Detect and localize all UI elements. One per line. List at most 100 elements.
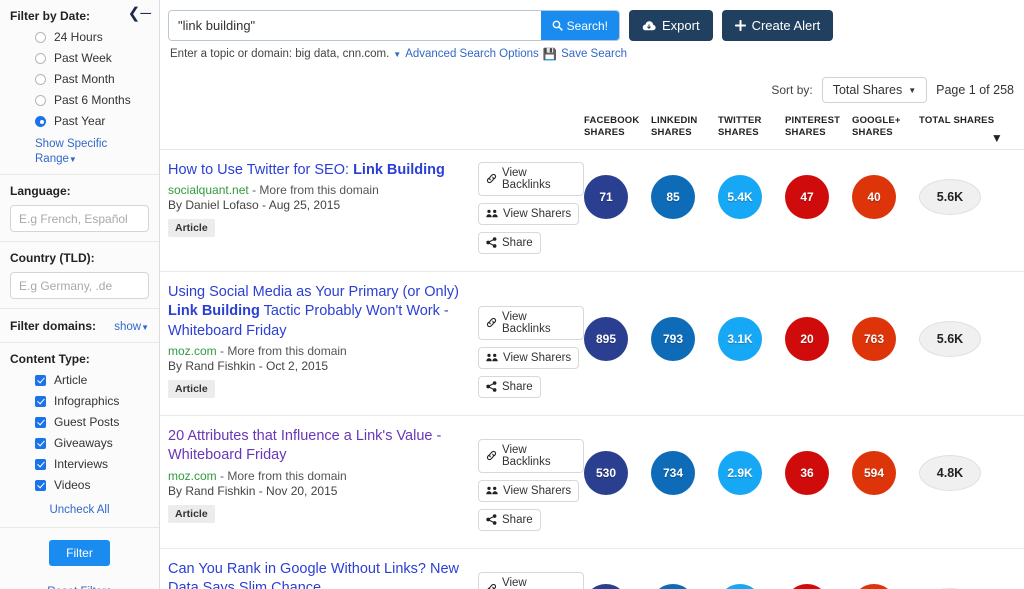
create-alert-button[interactable]: Create Alert (721, 10, 834, 41)
pinterest-shares-badge: 23 (785, 583, 829, 589)
sort-descending-caret-icon[interactable]: ▼ (991, 131, 1003, 146)
view-backlinks-button[interactable]: View Backlinks (478, 438, 584, 473)
sort-by-select[interactable]: Total Shares ▼ (821, 77, 928, 103)
linkedin-shares-badge: 734 (651, 450, 695, 495)
people-group-icon (486, 485, 498, 496)
radio-selected-icon[interactable] (35, 115, 46, 127)
export-button[interactable]: Export (629, 10, 713, 41)
advanced-search-options-link[interactable]: Advanced Search Options (405, 48, 539, 60)
facebook-shares-badge: 71 (584, 174, 628, 219)
share-nodes-icon (486, 381, 497, 393)
date-filter-section: Filter by Date: 24 Hours Past Week Past … (0, 0, 159, 175)
content-type-videos[interactable]: Videos (10, 478, 149, 492)
chain-link-icon (486, 450, 497, 461)
share-button[interactable]: Share (478, 508, 541, 531)
save-search-icon[interactable]: 💾 (543, 47, 557, 61)
result-domain-link[interactable]: socialquant.net (168, 183, 249, 197)
chevron-down-icon[interactable]: ▼ (69, 155, 77, 164)
checkbox-checked-icon[interactable] (35, 416, 46, 428)
googleplus-shares-badge: 594 (852, 450, 896, 495)
content-type-tag: Article (168, 504, 215, 523)
share-button[interactable]: Share (478, 231, 541, 254)
chain-link-icon (486, 583, 497, 589)
view-sharers-button[interactable]: View Sharers (478, 346, 580, 369)
column-linkedin-shares[interactable]: LINKEDIN SHARES (651, 115, 718, 139)
content-type-label: Videos (54, 478, 91, 492)
country-title: Country (TLD): (10, 251, 95, 265)
view-backlinks-button[interactable]: View Backlinks (478, 161, 584, 196)
content-type-interviews[interactable]: Interviews (10, 457, 149, 471)
language-input[interactable] (10, 205, 149, 232)
result-actions: View Backlinks View Sharers Share (478, 161, 584, 261)
date-option-past-month[interactable]: Past Month (10, 72, 149, 86)
result-metrics: 819 770 2.5K 23 454 4.5K (584, 560, 1011, 589)
result-metrics: 895 793 3.1K 20 763 5.6K (584, 283, 1011, 361)
date-option-24-hours[interactable]: 24 Hours (10, 30, 149, 44)
chevron-down-icon: ▼ (908, 85, 917, 95)
radio-icon[interactable] (35, 94, 46, 106)
checkbox-checked-icon[interactable] (35, 479, 46, 491)
content-type-label: Interviews (54, 457, 109, 471)
content-type-section: Content Type: Article Infographics Guest… (0, 343, 159, 527)
result-title[interactable]: How to Use Twitter for SEO: Link Buildin… (168, 161, 478, 181)
total-shares-badge: 5.6K (919, 178, 981, 215)
filter-button[interactable]: Filter (49, 540, 110, 566)
sidebar-footer: Filter Reset Filters (0, 527, 159, 589)
search-input[interactable] (169, 11, 541, 40)
share-button[interactable]: Share (478, 375, 541, 398)
view-backlinks-button[interactable]: View Backlinks (478, 571, 584, 589)
date-option-past-6-months[interactable]: Past 6 Months (10, 93, 149, 107)
content-type-infographics[interactable]: Infographics (10, 394, 149, 408)
date-option-past-week[interactable]: Past Week (10, 51, 149, 65)
column-pinterest-shares[interactable]: PINTEREST SHARES (785, 115, 852, 139)
googleplus-shares-badge: 40 (852, 174, 896, 219)
filter-domains-show-toggle[interactable]: show▼ (114, 318, 149, 333)
checkbox-checked-icon[interactable] (35, 395, 46, 407)
content-type-tag: Article (168, 219, 215, 238)
result-title[interactable]: 20 Attributes that Influence a Link's Va… (168, 427, 478, 466)
result-domain-line: moz.com - More from this domain (168, 469, 478, 483)
result-title[interactable]: Using Social Media as Your Primary (or O… (168, 283, 478, 342)
linkedin-shares-badge: 793 (651, 316, 695, 361)
date-option-label: Past Week (54, 51, 112, 65)
column-total-shares[interactable]: TOTAL SHARES ▼ (919, 115, 1011, 145)
result-domain-line: moz.com - More from this domain (168, 344, 478, 358)
date-option-past-year[interactable]: Past Year (10, 114, 149, 128)
view-backlinks-button[interactable]: View Backlinks (478, 305, 584, 340)
pinterest-shares-badge: 47 (785, 174, 829, 219)
share-nodes-icon (486, 237, 497, 249)
result-domain-link[interactable]: moz.com (168, 469, 217, 483)
column-twitter-shares[interactable]: TWITTER SHARES (718, 115, 785, 139)
chevron-down-icon[interactable]: ▼ (393, 50, 401, 59)
facebook-shares-badge: 819 (584, 583, 628, 589)
content-type-giveaways[interactable]: Giveaways (10, 436, 149, 450)
uncheck-all-link[interactable]: Uncheck All (49, 504, 109, 516)
country-input[interactable] (10, 272, 149, 299)
view-sharers-button[interactable]: View Sharers (478, 202, 580, 225)
radio-icon[interactable] (35, 31, 46, 43)
date-option-label: Past 6 Months (54, 93, 131, 107)
save-search-link[interactable]: Save Search (561, 48, 627, 60)
view-sharers-label: View Sharers (503, 351, 572, 364)
result-title[interactable]: Can You Rank in Google Without Links? Ne… (168, 560, 478, 589)
checkbox-checked-icon[interactable] (35, 458, 46, 470)
share-label: Share (502, 513, 533, 526)
checkbox-checked-icon[interactable] (35, 437, 46, 449)
facebook-shares-badge: 530 (584, 450, 628, 495)
twitter-shares-badge: 2.9K (718, 450, 762, 495)
radio-icon[interactable] (35, 73, 46, 85)
radio-icon[interactable] (35, 52, 46, 64)
checkbox-checked-icon[interactable] (35, 374, 46, 386)
chevron-down-icon[interactable]: ▼ (141, 323, 149, 332)
column-googleplus-shares[interactable]: GOOGLE+ SHARES (852, 115, 919, 139)
search-button[interactable]: Search! (540, 11, 619, 40)
collapse-sidebar-arrow-left-icon[interactable]: ❮─ (128, 6, 151, 21)
googleplus-shares-badge: 454 (852, 583, 896, 589)
result-domain-link[interactable]: moz.com (168, 344, 217, 358)
googleplus-shares-badge: 763 (852, 316, 896, 361)
content-type-guest-posts[interactable]: Guest Posts (10, 415, 149, 429)
content-type-article[interactable]: Article (10, 373, 149, 387)
view-sharers-button[interactable]: View Sharers (478, 479, 580, 502)
language-title: Language: (10, 184, 71, 198)
column-facebook-shares[interactable]: FACEBOOK SHARES (584, 115, 651, 139)
